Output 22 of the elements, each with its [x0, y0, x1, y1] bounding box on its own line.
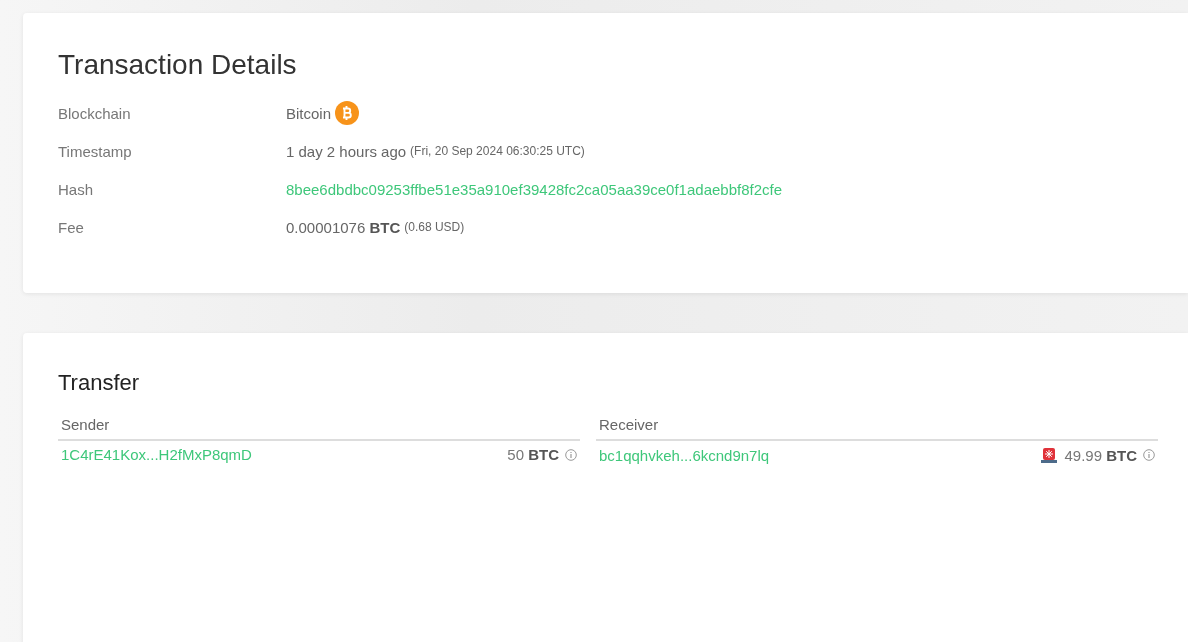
- field-value: 1 day 2 hours ago: [286, 142, 407, 160]
- info-icon: [565, 448, 577, 461]
- field-label: Hash: [58, 179, 95, 200]
- address-link[interactable]: 1C4rE41Kox...H2fMxP8qmD: [61, 446, 252, 463]
- bitcoin-icon: [335, 101, 360, 125]
- card-title: Transaction Details: [58, 49, 298, 81]
- siren-icon: [1040, 446, 1059, 464]
- info-icon: [1143, 449, 1155, 461]
- address-link[interactable]: bc1qqhvkeh...6kcnd9n7lq: [599, 446, 770, 464]
- field-note: (0.68 USD): [404, 220, 465, 234]
- hash-link[interactable]: 8bee6dbdbc09253ffbe51e35a910ef39428fc2ca05aa39ce0f1adaebbf8f2cfe: [286, 180, 783, 198]
- card-title: Transfer: [58, 370, 141, 396]
- field-value: Bitcoin: [286, 104, 332, 122]
- field-value: 0.00001076 BTC: [286, 218, 401, 236]
- field-label: Fee: [58, 217, 85, 238]
- field-label: Timestamp: [58, 141, 133, 162]
- field-note: (Fri, 20 Sep 2024 06:30:25 UTC): [410, 144, 585, 158]
- column-header: Receiver: [596, 416, 1158, 441]
- amount-value: 50 BTC: [507, 446, 559, 463]
- column-header: Sender: [58, 416, 580, 441]
- amount-value: 49.99 BTC: [1064, 446, 1137, 464]
- field-label: Blockchain: [58, 103, 132, 124]
